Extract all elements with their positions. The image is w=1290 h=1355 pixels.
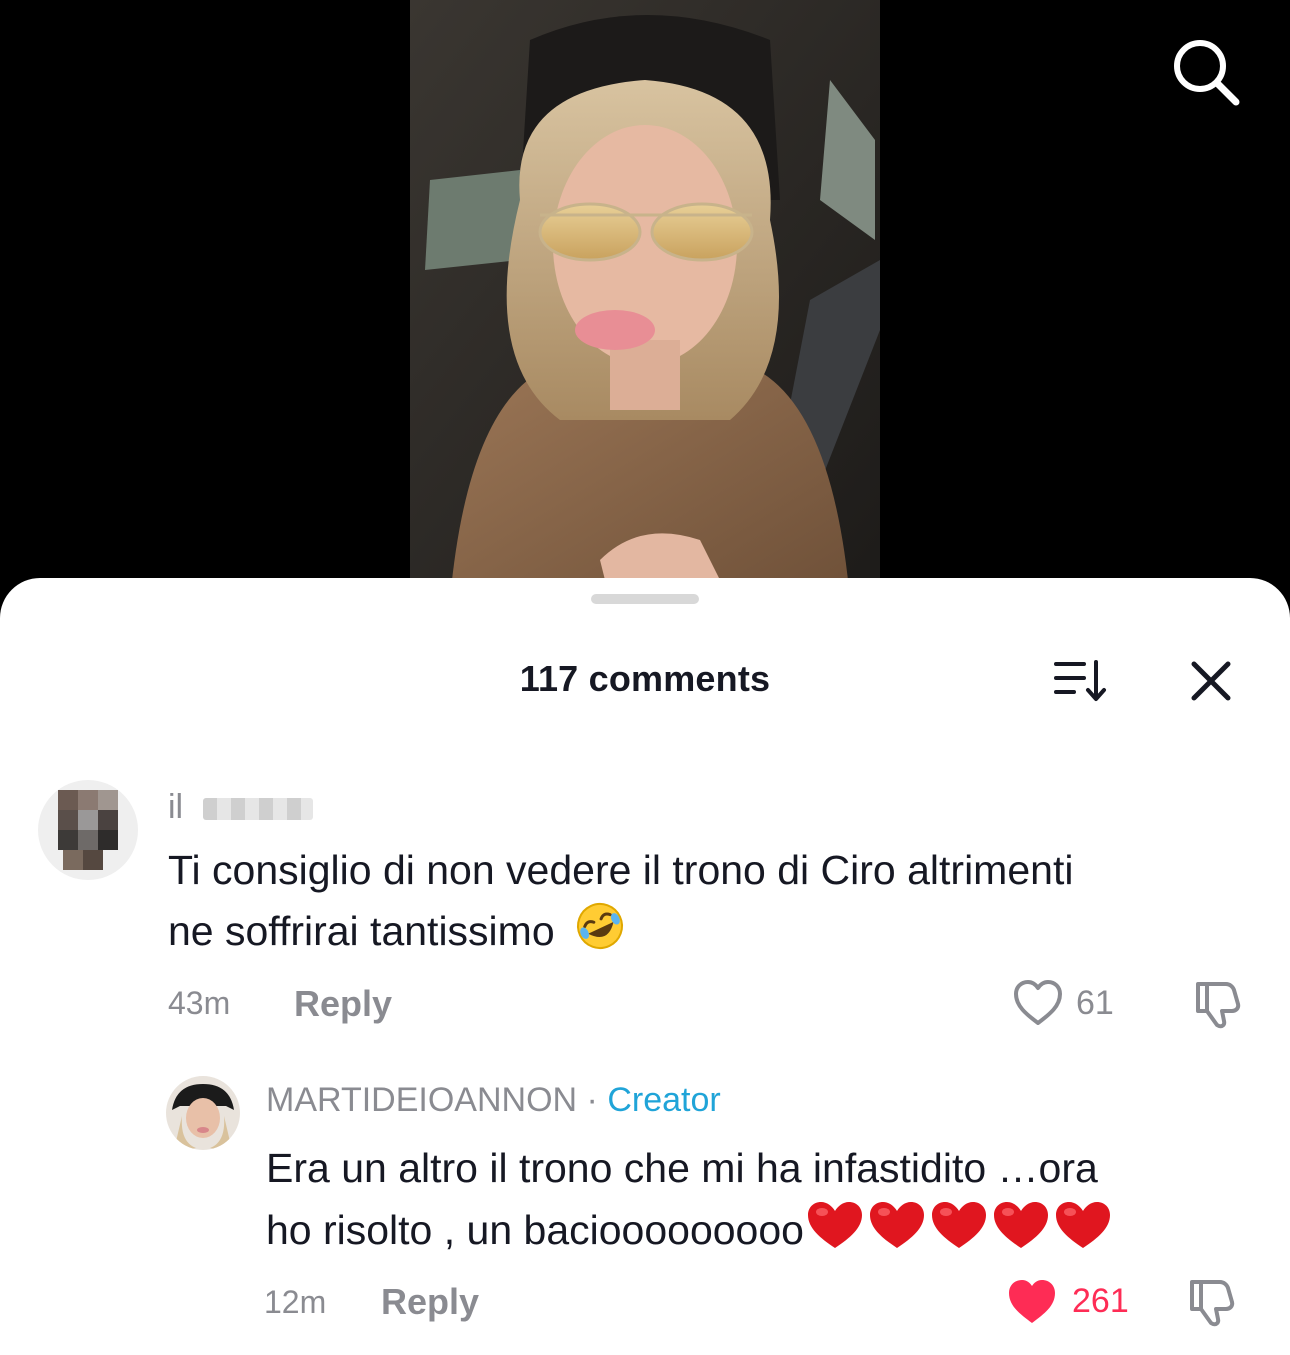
sort-icon (1054, 660, 1106, 701)
video-frame (410, 0, 880, 600)
like-count: 61 (1076, 984, 1114, 1022)
app-screen: 117 comments il Ti consiglio di non vede… (0, 0, 1290, 1355)
heart-filled-icon (1009, 1280, 1055, 1323)
comment-username[interactable]: il (168, 788, 313, 827)
dislike-button[interactable] (1186, 1276, 1238, 1328)
reply-button[interactable]: Reply (381, 1281, 479, 1323)
comment-timestamp: 43m (168, 985, 231, 1021)
comment-text: Ti consiglio di non vedere il trono di C… (168, 840, 1073, 968)
video-player[interactable] (410, 0, 880, 600)
creator-avatar[interactable] (166, 1076, 240, 1150)
sort-button[interactable] (1050, 658, 1110, 706)
close-button[interactable] (1186, 658, 1236, 706)
thumbs-down-icon (1190, 1280, 1235, 1327)
comment-text-line: ho risolto , un baciooooooooo (266, 1198, 1114, 1268)
comment-timestamp: 12m (264, 1284, 327, 1320)
creator-avatar-image (166, 1076, 240, 1150)
thumbs-down-icon (1196, 982, 1241, 1029)
search-icon (1174, 40, 1240, 106)
comments-sheet: 117 comments il Ti consiglio di non vede… (0, 578, 1290, 1355)
dislike-button[interactable] (1192, 978, 1244, 1030)
like-button[interactable] (1012, 978, 1064, 1028)
drag-handle[interactable] (591, 594, 699, 604)
pixelated-avatar-image (38, 780, 138, 880)
reply-button[interactable]: Reply (294, 983, 392, 1025)
comment-text-line: Ti consiglio di non vedere il trono di C… (168, 847, 1074, 893)
comment-text-line: Era un altro il trono che mi ha infastid… (266, 1145, 1098, 1191)
heart-outline-icon (1014, 980, 1062, 1025)
username-text: il (168, 788, 184, 826)
like-button[interactable] (1006, 1277, 1058, 1327)
comment-text-line: ne soffrirai tantissimo (168, 900, 1073, 968)
red-heart-emoji-icons (804, 1198, 1114, 1268)
comment-text: Era un altro il trono che mi ha infastid… (266, 1138, 1114, 1268)
comment-username[interactable]: MARTIDEIOANNON · Creator (266, 1081, 721, 1120)
username-separator: · (586, 1081, 598, 1119)
search-button[interactable] (1168, 34, 1242, 108)
avatar[interactable] (38, 780, 138, 880)
like-count: 261 (1072, 1282, 1129, 1320)
redacted-username-block (202, 798, 313, 821)
creator-badge: Creator (607, 1081, 721, 1119)
close-icon (1191, 661, 1231, 701)
laughing-emoji-icon (574, 900, 626, 968)
username-text: MARTIDEIOANNON (266, 1081, 578, 1119)
